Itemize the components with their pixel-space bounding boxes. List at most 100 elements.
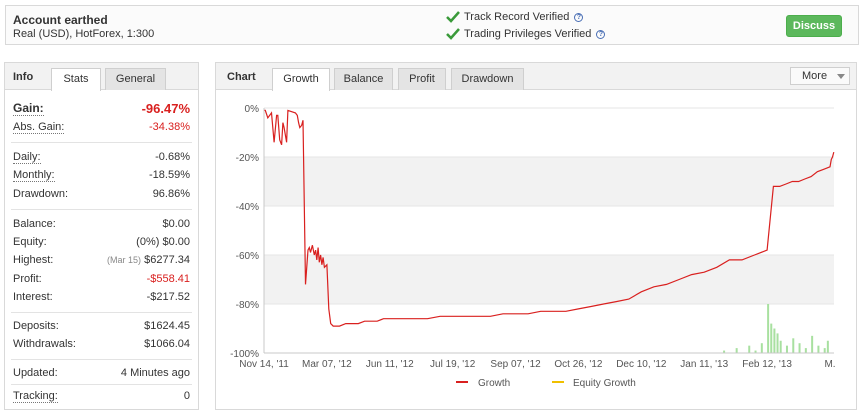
stat-highest: Highest: (Mar 15) $6277.34 <box>13 254 190 268</box>
stat-drawdown: Drawdown: 96.86% <box>13 188 190 202</box>
help-icon[interactable]: ? <box>574 12 584 22</box>
stat-balance: Balance: $0.00 <box>13 218 190 232</box>
track-record-label: Track Record Verified <box>464 11 570 23</box>
stat-label: Highest: <box>13 254 54 266</box>
stat-label: Profit: <box>13 273 42 285</box>
volume-bar <box>804 348 807 353</box>
volume-bar <box>792 338 795 353</box>
stat-value: -18.59% <box>149 169 190 181</box>
trading-privileges-label: Trading Privileges Verified <box>464 28 592 40</box>
account-subtitle: Real (USD), HotForex, 1:300 <box>13 28 155 40</box>
account-name[interactable]: Account earthed <box>13 13 108 27</box>
growth-chart: 0%-20%-40%-60%-80%-100% Nov 14, '11 Mar 0… <box>230 104 836 389</box>
x-tick-label: Jun 11, '12 <box>366 359 414 370</box>
stat-label[interactable]: Monthly: <box>13 169 55 182</box>
volume-bar <box>823 348 826 353</box>
discuss-button[interactable]: Discuss <box>786 15 842 37</box>
stat-equity: Equity: (0%) $0.00 <box>13 236 190 250</box>
stat-label: Withdrawals: <box>13 338 76 350</box>
chart-tabbar: Chart Growth Balance Profit Drawdown Mor… <box>216 63 856 91</box>
stat-label: Balance: <box>13 218 56 230</box>
info-title: Info <box>13 71 34 83</box>
chart-panel: Chart Growth Balance Profit Drawdown Mor… <box>215 62 857 410</box>
tab-profit[interactable]: Profit <box>398 68 446 90</box>
stat-note: (Mar 15) <box>107 255 142 265</box>
chevron-down-icon <box>837 74 845 79</box>
stat-note: (0%) <box>136 236 160 248</box>
stat-interest: Interest: -$217.52 <box>13 291 190 305</box>
stat-label[interactable]: Daily: <box>13 151 41 164</box>
info-tabbar: Info Stats General <box>5 63 198 91</box>
help-icon[interactable]: ? <box>596 29 606 39</box>
stat-label: Deposits: <box>13 320 59 332</box>
stat-label[interactable]: Gain: <box>13 101 44 116</box>
chart-legend: Growth Equity Growth <box>456 378 636 389</box>
tab-drawdown[interactable]: Drawdown <box>451 68 524 90</box>
divider <box>11 209 192 210</box>
stat-profit: Profit: -$558.41 <box>13 273 190 287</box>
grid-band <box>264 255 834 304</box>
trading-privileges-verified: Trading Privileges Verified ? <box>446 28 606 40</box>
divider <box>11 312 192 313</box>
legend-label-growth: Growth <box>478 378 510 389</box>
x-tick-label: Oct 26, '12 <box>554 359 602 370</box>
chart-title: Chart <box>227 71 256 83</box>
divider <box>11 142 192 143</box>
stat-tracking: Tracking: 0 <box>13 390 190 404</box>
x-tick-label: Sep 07, '12 <box>490 359 541 370</box>
x-tick-label: Mar 07, '12 <box>302 359 352 370</box>
y-tick-label: -80% <box>236 300 259 311</box>
tab-balance[interactable]: Balance <box>334 68 393 90</box>
grid-band <box>264 157 834 206</box>
x-tick-label: Nov 14, '11 <box>239 359 289 370</box>
volume-bar <box>785 345 788 353</box>
stat-label: Updated: <box>13 367 58 379</box>
more-label: More <box>802 70 828 82</box>
volume-bar <box>817 345 820 353</box>
stat-monthly: Monthly: -18.59% <box>13 169 190 183</box>
more-dropdown[interactable]: More <box>790 67 850 85</box>
stat-value: $1624.45 <box>144 320 190 332</box>
stat-value: 4 Minutes ago <box>120 367 190 379</box>
stat-label: Drawdown: <box>13 188 69 200</box>
chart-grid <box>264 107 834 354</box>
tab-stats[interactable]: Stats <box>51 68 101 91</box>
tab-growth[interactable]: Growth <box>272 68 330 91</box>
stat-label[interactable]: Tracking: <box>13 390 58 403</box>
check-icon <box>446 11 460 23</box>
stat-gain: Gain: -96.47% <box>13 101 190 116</box>
check-icon <box>446 28 460 40</box>
stat-updated: Updated: 4 Minutes ago <box>13 367 190 381</box>
divider <box>11 359 192 360</box>
volume-bar <box>776 333 779 353</box>
x-tick-label: Jan 11, '13 <box>680 359 728 370</box>
volume-bar <box>773 328 776 353</box>
stat-value: -34.38% <box>149 121 190 133</box>
stat-value: 0 <box>183 390 190 402</box>
stat-value: $0.00 <box>162 236 190 248</box>
stat-value: 96.86% <box>152 188 190 200</box>
x-tick-label: Jul 19, '12 <box>430 359 476 370</box>
y-axis: 0%-20%-40%-60%-80%-100% <box>230 104 265 360</box>
tab-general[interactable]: General <box>105 68 166 90</box>
chart-bars <box>723 304 829 353</box>
volume-bar <box>748 345 751 353</box>
volume-bar <box>798 343 801 353</box>
volume-bar <box>826 340 829 353</box>
volume-bar <box>770 323 773 353</box>
volume-bar <box>779 340 782 353</box>
info-panel: Info Stats General Gain: -96.47% Abs. Ga… <box>4 62 199 410</box>
track-record-verified: Track Record Verified ? <box>446 11 584 23</box>
stat-value: -96.47% <box>141 101 190 116</box>
x-tick-label: Feb 12, '13 <box>742 359 792 370</box>
stat-label: Interest: <box>13 291 53 303</box>
x-axis: Nov 14, '11 Mar 07, '12 Jun 11, '12 Jul 19,… <box>239 352 836 370</box>
stat-value: -0.68% <box>155 151 190 163</box>
x-tick-label: M. <box>824 359 835 370</box>
stat-label[interactable]: Abs. Gain: <box>13 121 65 134</box>
y-tick-label: -20% <box>236 153 259 164</box>
volume-bar <box>760 343 763 353</box>
stat-value: -$558.41 <box>146 273 190 285</box>
stat-daily: Daily: -0.68% <box>13 151 190 165</box>
legend-label-equity: Equity Growth <box>573 378 636 389</box>
